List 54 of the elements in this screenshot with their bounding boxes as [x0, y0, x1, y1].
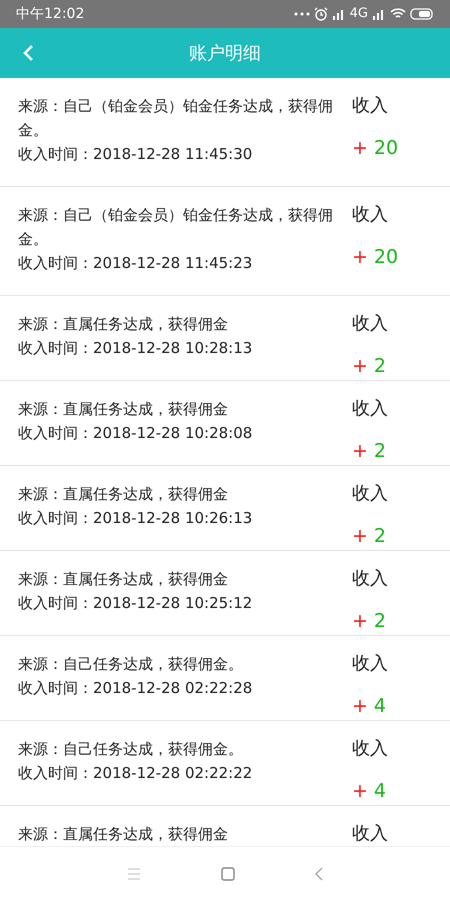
wifi-icon	[390, 8, 406, 20]
type-label: 收入	[352, 397, 388, 421]
plus-sign: +	[352, 439, 368, 463]
plus-sign: +	[352, 524, 368, 548]
plus-sign: +	[352, 694, 368, 718]
type-label: 收入	[352, 312, 388, 336]
amount: 4	[374, 694, 386, 718]
income-time: 收入时间：2018-12-28 11:45:30	[18, 144, 254, 165]
more-icon	[294, 12, 310, 16]
source-text: 来源：自己（铂金会员）铂金任务达成，获得佣金。	[18, 205, 334, 250]
income-time: 收入时间：2018-12-28 10:26:13	[18, 508, 254, 529]
plus-sign: +	[352, 245, 368, 269]
income-time: 收入时间：2018-12-28 02:22:22	[18, 763, 254, 784]
type-label: 收入	[352, 567, 388, 591]
source-text: 来源：直属任务达成，获得佣金	[18, 484, 229, 505]
home-icon[interactable]	[221, 866, 235, 880]
plus-sign: +	[352, 609, 368, 633]
alarm-icon	[314, 7, 328, 21]
back-icon[interactable]	[315, 866, 323, 880]
source-text: 来源：自己任务达成，获得佣金。	[18, 739, 244, 760]
income-time: 收入时间：2018-12-28 11:45:23	[18, 253, 254, 274]
source-text: 来源：直属任务达成，获得佣金	[18, 399, 229, 420]
income-time: 收入时间：2018-12-28 10:25:12	[18, 593, 254, 614]
network-label: 4G	[350, 5, 368, 24]
amount: 20	[374, 136, 398, 160]
type-label: 收入	[352, 652, 388, 676]
amount: 2	[374, 609, 386, 633]
type-label: 收入	[352, 482, 388, 506]
source-text: 来源：直属任务达成，获得佣金	[18, 824, 229, 845]
page-title: 账户明细	[189, 42, 261, 66]
income-time: 收入时间：2018-12-28 02:22:28	[18, 678, 254, 699]
amount: 2	[374, 439, 386, 463]
amount: 2	[374, 354, 386, 378]
type-label: 收入	[352, 94, 388, 118]
status-time: 中午12:02	[16, 4, 84, 24]
source-text: 来源：自己（铂金会员）铂金任务达成，获得佣金。	[18, 96, 334, 141]
signal-icon	[372, 8, 386, 20]
plus-sign: +	[352, 136, 368, 160]
source-text: 来源：直属任务达成，获得佣金	[18, 314, 229, 335]
type-label: 收入	[352, 822, 388, 846]
signal-icon	[332, 8, 346, 20]
amount: 4	[374, 779, 386, 803]
income-time: 收入时间：2018-12-28 10:28:08	[18, 423, 254, 444]
income-time: 收入时间：2018-12-28 10:28:13	[18, 338, 254, 359]
plus-sign: +	[352, 354, 368, 378]
type-label: 收入	[352, 203, 388, 227]
source-text: 来源：直属任务达成，获得佣金	[18, 569, 229, 590]
type-label: 收入	[352, 737, 388, 761]
amount: 2	[374, 524, 386, 548]
battery-icon	[410, 8, 434, 20]
menu-icon[interactable]	[127, 868, 141, 880]
plus-sign: +	[352, 779, 368, 803]
amount: 20	[374, 245, 398, 269]
source-text: 来源：自己任务达成，获得佣金。	[18, 654, 244, 675]
